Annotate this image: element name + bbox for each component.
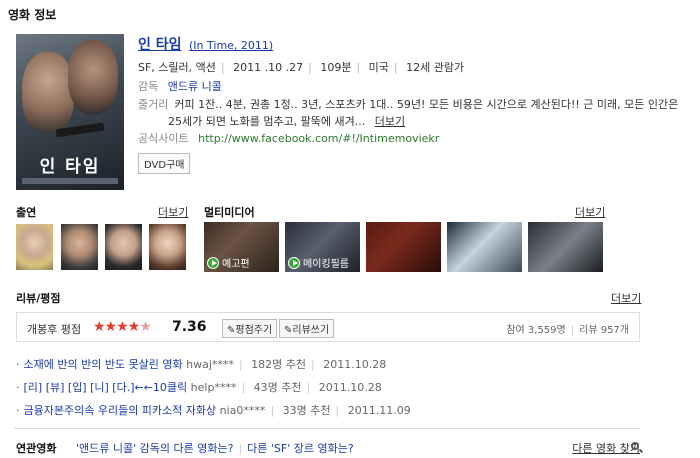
movie-poster[interactable]: 인 타임 [16,34,124,190]
plot-row: 줄거리 커피 1잔.. 4분, 권총 1정.. 3년, 스포츠카 1대.. 59… [138,96,690,130]
multimedia-caption-2: 메이킹필름 [303,259,349,270]
multimedia-more-link[interactable]: 더보기 [575,204,605,220]
review-item: · 금융자본주의속 우리들의 피카소적 자화상 nia0**** | 33명 추천 |… [16,404,411,417]
release-date: 2011 .10 .27 [233,61,304,74]
plot-label: 줄거리 [138,98,169,111]
related-label: 연관영화 [16,442,57,455]
director-row: 감독 앤드류 니콜 [138,78,222,94]
review-count: 리뷰 957개 [579,325,629,336]
site-label: 공식사이트 [138,132,189,145]
country: 미국 [368,61,389,74]
runtime: 109분 [320,61,352,74]
write-review-button[interactable]: ✎리뷰쓰기 [279,319,335,338]
cast-photo-4[interactable] [149,224,186,270]
multimedia-still-2[interactable] [447,222,522,272]
rating-box: 개봉후 평점 ★★★★★ 7.36 ✎평점주기 ✎리뷰쓰기 참여 3,559명 |… [16,312,640,342]
director-link[interactable]: 앤드류 니콜 [168,80,222,93]
cast-photo-1[interactable] [16,224,53,270]
rate-button[interactable]: ✎평점주기 [222,319,278,338]
related-genre-link[interactable]: 다른 'SF' 장르 영화는? [247,442,354,455]
multimedia-making-film[interactable]: 메이킹필름 [285,222,360,272]
plot-more-link[interactable]: 더보기 [375,115,405,128]
director-label: 감독 [138,80,159,93]
cast-title: 출연 [16,206,37,219]
review-author: nia0**** [219,404,266,417]
movie-meta: SF, 스릴러, 액션 | 2011 .10 .27 | 109분 | 미국 | 12세… [138,61,465,74]
multimedia-trailer[interactable]: 예고편 [204,222,279,272]
cast-photo-2[interactable] [61,224,98,270]
review-recommend: 33명 추천 [282,404,331,417]
divider [14,428,640,429]
review-title-link[interactable]: 소재에 반의 반의 반도 못살린 영화 [24,358,183,371]
review-author: help**** [190,381,237,394]
page-title: 영화 정보 [8,8,57,22]
rating-label: 개봉후 평점 [27,323,82,336]
review-recommend: 43명 추천 [253,381,302,394]
related-links: '앤드류 니콜' 감독의 다른 영화는? | 다른 'SF' 장르 영화는? [76,442,354,455]
related-director-link[interactable]: '앤드류 니콜' 감독의 다른 영화는? [76,442,233,455]
multimedia-title: 멀티미디어 [204,206,255,219]
poster-title: 인 타임 [39,157,101,177]
review-author: hwaj**** [186,358,234,371]
review-recommend: 182명 추천 [251,358,307,371]
movie-title-line: 인 타임 (In Time, 2011) [138,34,273,54]
cast-photo-3[interactable] [105,224,142,270]
search-icon[interactable] [631,442,639,450]
movie-title-link[interactable]: 인 타임 [138,37,182,53]
cast-more-link[interactable]: 더보기 [158,204,188,220]
review-item: · 소재에 반의 반의 반도 못살린 영화 hwaj**** | 182명 추천 | … [16,358,387,371]
site-row: 공식사이트 http://www.facebook.com/#!/Intimem… [138,130,439,146]
review-title-link[interactable]: 금융자본주의속 우리들의 피카소적 자화상 [24,404,217,417]
play-icon [207,257,219,269]
review-date: 2011.11.09 [347,404,411,417]
review-counts: 참여 3,559명 | 리뷰 957개 [506,325,629,336]
reviews-more-link[interactable]: 더보기 [611,290,641,306]
participants-count: 참여 3,559명 [506,325,566,336]
reviews-title: 리뷰/평점 [16,292,61,305]
plot-text: 커피 1잔.. 4분, 권총 1정.. 3년, 스포츠카 1대.. 59년! 모… [168,98,679,128]
genres: SF, 스릴러, 액션 [138,61,216,74]
play-icon [288,257,300,269]
multimedia-still-3[interactable] [528,222,603,272]
age-rating: 12세 관람가 [406,61,465,74]
review-date: 2011.10.28 [323,358,387,371]
star-rating: ★★★★★ [93,319,152,335]
review-item: · [리] [뷰] [입] [니] [다.]←←10클릭 help**** | 43… [16,381,382,394]
multimedia-caption-1: 예고편 [222,259,250,270]
rating-score: 7.36 [172,319,207,335]
search-other-movies-link[interactable]: 다른 영화 찾기 [572,440,640,456]
review-date: 2011.10.28 [318,381,382,394]
multimedia-still-1[interactable] [366,222,441,272]
movie-original-title-link[interactable]: (In Time, 2011) [189,39,273,52]
dvd-buy-button[interactable]: DVD구매 [138,153,191,174]
review-title-link[interactable]: [리] [뷰] [입] [니] [다.]←←10클릭 [24,381,188,394]
official-site-link[interactable]: http://www.facebook.com/#!/Intimemoviekr [198,132,439,145]
